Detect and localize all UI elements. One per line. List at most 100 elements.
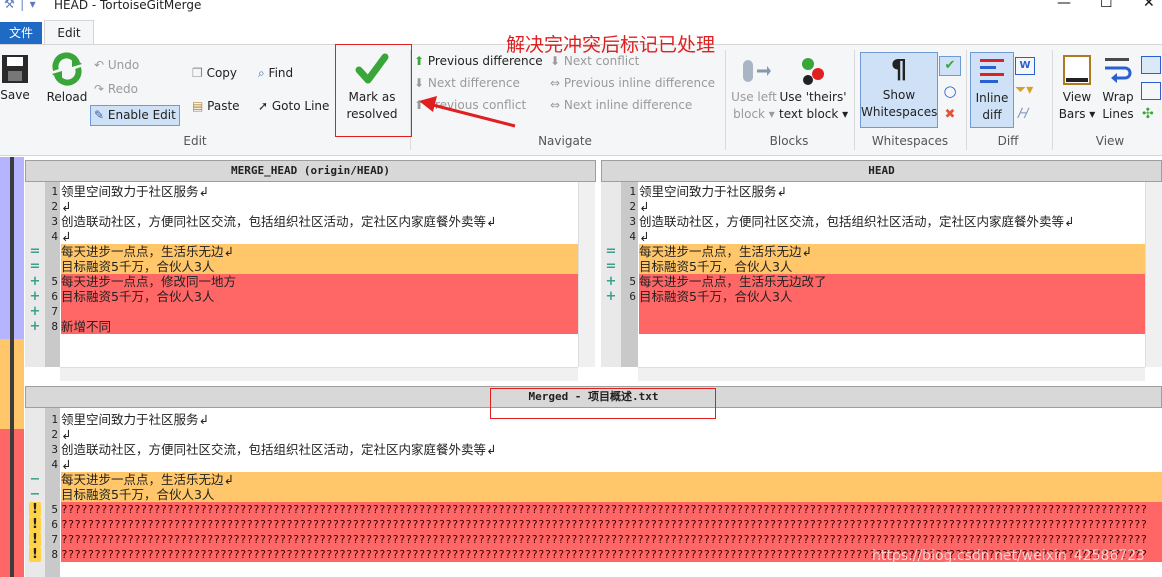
layout-toggle[interactable] [1141, 56, 1161, 74]
copy-button[interactable]: ❐ Copy [192, 66, 237, 80]
line-marker: − [29, 487, 41, 502]
inline-diff-button[interactable]: Inline diff [970, 52, 1014, 128]
code-line[interactable]: 目标融资5千万，合伙人3人 [639, 289, 1145, 304]
arrow-down-icon: ⬇ [414, 76, 428, 90]
arrow-up-icon: ⬆ [414, 54, 428, 68]
line-marker: = [29, 259, 41, 274]
regex-filter-button[interactable]: 𝐻 [1017, 106, 1035, 122]
minimize-button[interactable]: — [1057, 0, 1071, 11]
code-line[interactable]: 目标融资5千万，合伙人3人 [639, 259, 1145, 274]
horizontal-scrollbar[interactable] [60, 367, 578, 381]
horizontal-scrollbar[interactable] [638, 367, 1145, 381]
code-line[interactable] [639, 319, 1145, 334]
ignore-whitespace-toggle[interactable]: ○ [941, 82, 959, 100]
show-whitespaces-button[interactable]: ¶ Show Whitespaces [860, 52, 938, 128]
line-marker: = [605, 244, 617, 259]
paste-button[interactable]: ▤ Paste [192, 99, 240, 113]
word-diff-toggle[interactable]: W [1015, 57, 1035, 75]
find-button[interactable]: ⌕ Find [258, 66, 293, 81]
line-marker: + [29, 304, 41, 319]
line-marker: + [29, 319, 41, 334]
code-line[interactable]: ????????????????????????????????????????… [61, 502, 1162, 517]
code-line[interactable]: ↲ [61, 229, 578, 244]
w-icon: W [1019, 60, 1031, 71]
line-marker [601, 229, 621, 244]
save-button[interactable]: Save [0, 54, 30, 104]
collapse-toggle[interactable]: ✣ [1142, 106, 1160, 122]
undo-button[interactable]: ↶ Undo [94, 58, 139, 72]
use-theirs-block-button[interactable]: Use 'theirs' text block ▾ [779, 56, 848, 123]
reload-icon [52, 52, 82, 86]
code-line[interactable]: 新增不同 [61, 319, 578, 334]
code-line[interactable]: 目标融资5千万，合伙人3人 [61, 289, 578, 304]
next-inline-difference-button[interactable]: ⇔ Next inline difference [550, 98, 692, 112]
code-line[interactable]: ↲ [61, 427, 1162, 442]
close-button[interactable]: ✕ [1143, 0, 1155, 11]
code-line[interactable]: 每天进步一点点，修改同一地方 [61, 274, 578, 289]
edit-group-label: Edit [183, 134, 207, 148]
reload-button[interactable]: Reload [44, 52, 90, 106]
enable-edit-button[interactable]: ✎ Enable Edit [90, 105, 180, 126]
line-marker: + [605, 274, 617, 289]
quick-access-toolbar[interactable]: ⚒ │ ▾ [4, 0, 36, 11]
line-number: 1 [629, 185, 636, 198]
line-number: 2 [51, 200, 58, 213]
code-line[interactable] [639, 304, 1145, 319]
code-line[interactable]: ↲ [61, 199, 578, 214]
code-line[interactable]: 领里空间致力于社区服务↲ [639, 184, 1145, 199]
code-line[interactable]: 目标融资5千万，合伙人3人 [61, 487, 1162, 502]
wrap-lines-button[interactable]: Wrap Lines [1099, 54, 1137, 123]
layout-toggle-2[interactable] [1141, 82, 1161, 100]
code-line[interactable]: 创造联动社区，方便同社区交流，包括组织社区活动，定社区内家庭餐外卖等↲ [61, 442, 1162, 457]
code-line[interactable]: 每天进步一点点，生活乐无边↲ [639, 244, 1145, 259]
code-line[interactable]: ????????????????????????????????????????… [61, 517, 1162, 532]
redo-button[interactable]: ↷ Redo [94, 82, 138, 96]
vertical-scrollbar[interactable] [578, 182, 595, 367]
save-icon [2, 55, 28, 83]
code-line[interactable]: ↲ [639, 229, 1145, 244]
code-line[interactable]: 目标融资5千万，合伙人3人 [61, 259, 578, 274]
use-left-block-button[interactable]: Use left block ▾ [729, 56, 779, 123]
code-line[interactable]: ????????????????????????????????????????… [61, 532, 1162, 547]
view-bars-button[interactable]: View Bars ▾ [1057, 54, 1097, 123]
code-line[interactable]: 每天进步一点点，生活乐无边改了 [639, 274, 1145, 289]
code-line[interactable]: 领里空间致力于社区服务↲ [61, 184, 578, 199]
right-pane[interactable]: HEAD 1 领里空间致力于社区服务↲ 2 ↲ 3 创造联动社区，方便同社区交流，包括组织… [601, 160, 1162, 381]
goto-line-button[interactable]: ➚ Goto Line [258, 99, 329, 113]
line-marker: ! [29, 517, 41, 532]
left-pane[interactable]: MERGE_HEAD (origin/HEAD) 1 领里空间致力于社区服务↲ 2 ↲… [25, 160, 596, 381]
next-difference-button[interactable]: ⬇ Next difference [414, 76, 520, 90]
line-number: 1 [51, 185, 58, 198]
ignore-case-toggle[interactable]: ✖ [941, 107, 959, 122]
code-line[interactable]: ↲ [639, 199, 1145, 214]
line-marker: ! [29, 502, 41, 517]
line-marker [601, 214, 621, 229]
code-line[interactable] [61, 304, 578, 319]
maximize-button[interactable]: ☐ [1100, 0, 1113, 11]
left-pane-lines: 1 领里空间致力于社区服务↲ 2 ↲ 3 创造联动社区，方便同社区交流，包括组织社区活动，… [25, 184, 578, 364]
vertical-scrollbar[interactable] [1145, 182, 1162, 367]
tab-edit[interactable]: Edit [44, 20, 94, 45]
line-number: 1 [51, 413, 58, 426]
previous-inline-difference-button[interactable]: ⇔ Previous inline difference [550, 76, 715, 90]
code-line[interactable]: 创造联动社区，方便同社区交流，包括组织社区活动，定社区内家庭餐外卖等↲ [639, 214, 1145, 229]
circle-icon: ○ [943, 82, 957, 100]
code-line[interactable]: 每天进步一点点，生活乐无边↲ [61, 244, 578, 259]
tab-file[interactable]: 文件 [0, 22, 42, 44]
line-marker [25, 199, 45, 214]
code-line[interactable]: 创造联动社区，方便同社区交流，包括组织社区活动，定社区内家庭餐外卖等↲ [61, 214, 578, 229]
line-number [45, 487, 58, 502]
view-bars-icon [1063, 55, 1091, 85]
line-number: 6 [51, 290, 58, 303]
line-marker: ! [29, 532, 41, 547]
line-marker [25, 457, 45, 472]
code-line[interactable]: ↲ [61, 457, 1162, 472]
line-marker [25, 442, 45, 457]
annotation-box [335, 44, 412, 137]
code-line[interactable]: 每天进步一点点，生活乐无边↲ [61, 472, 1162, 487]
watermark: https://blog.csdn.net/weixin_42586723 [872, 548, 1146, 564]
filter-dropdown[interactable]: ⏷▾ [1015, 82, 1039, 98]
ignore-eol-toggle[interactable]: ✔ [939, 56, 961, 76]
line-marker [25, 412, 45, 427]
location-bar[interactable] [0, 157, 24, 577]
